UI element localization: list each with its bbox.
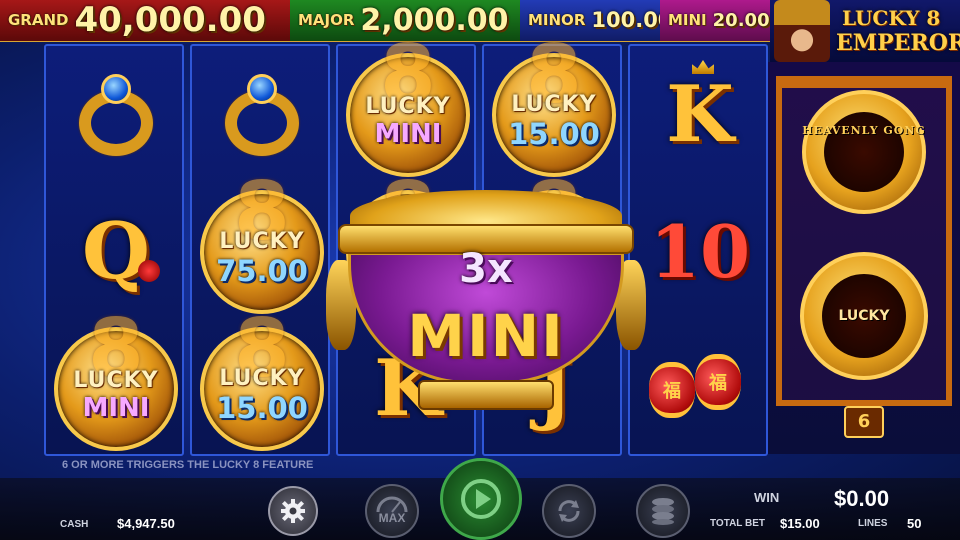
lines-label: LINES [858,518,888,529]
lucky-gong-icon: LUCKY [800,252,928,380]
rose-icon [138,260,160,282]
reel-symbol: K [630,46,770,183]
heavenly-gong-panel: HEAVENLY GONG LUCKY 6 [768,62,960,454]
lucky-8-coin-icon: 8 LUCKY 75.00 [200,171,324,314]
reel-symbol: 8 LUCKY 15.00 [192,308,332,457]
reel-symbol [46,46,186,183]
king-icon: K [666,68,734,160]
settings-button[interactable] [268,486,318,536]
gong-counter: 6 [844,406,884,438]
jackpot-major-label: MAJOR [298,11,355,29]
game-logo: LUCKY 8 EMPEROR [770,0,960,62]
reel-symbol: 8 LUCKY MINI [46,308,186,457]
jackpot-mini: MINI 20.00 [660,0,770,41]
logo-title: LUCKY 8 [842,6,941,30]
reel-symbol: Q [46,183,186,320]
reel-symbol: 10 [630,183,770,320]
lucky-8-coin-icon: 8 LUCKY 15.00 [200,308,324,451]
bowl-base [418,380,554,410]
ten-icon: 10 [649,208,751,294]
coin-prize-value: 15.00 [216,391,308,425]
win-label: WIN [754,490,780,505]
jackpot-grand: GRAND 40,000.00 [0,0,290,41]
reel-symbol: 8 LUCKY 15.00 [484,34,624,183]
coin-prize-value: 15.00 [508,117,600,151]
gong-center: LUCKY [822,274,906,358]
cash-value: $4,947.50 [117,516,175,531]
emperor-portrait-icon [774,0,830,62]
queen-icon: Q [82,205,150,297]
reel-column: 8 LUCKY 75.00 8 LUCKY 15.00 [190,44,330,456]
lantern-icon: 福 [695,353,741,410]
total-bet-label: TOTAL BET [710,518,765,529]
reel-symbol: 8 LUCKY MINI [338,34,478,183]
total-bet-value: $15.00 [780,516,820,531]
bowl-multiplier: 3x [459,246,513,292]
reel-column: Q 8 LUCKY MINI [44,44,184,456]
gauge-icon [376,496,408,513]
lucky-8-coin-icon: 8 LUCKY 15.00 [492,34,616,177]
coin-lucky-text: LUCKY [219,229,305,254]
cash-label: CASH [60,519,89,530]
jackpot-mini-value: 20.00 [712,9,770,31]
coin-lucky-text: LUCKY [73,368,159,393]
max-bet-button[interactable]: MAX [365,484,419,538]
jackpot-grand-value: 40,000.00 [74,0,266,40]
coin-value-button[interactable] [636,484,690,538]
ring-icon [71,70,161,160]
jackpot-minor-label: MINOR [528,11,586,29]
gear-icon [281,499,305,523]
coin-prize-label: MINI [374,119,442,149]
gold-bowl-overlay: 3x MINI [326,190,646,420]
reel-symbol: 福福 [630,320,770,457]
bowl-prize-label: MINI [407,302,565,370]
gong-icon [802,90,926,214]
logo-subtitle: EMPEROR [836,30,960,56]
reel-column: K 10 福福 [628,44,768,456]
jackpot-mini-label: MINI [668,11,707,29]
gong-title: HEAVENLY GONG [802,124,926,137]
lanterns-icon: 福福 [645,344,755,434]
lucky-8-coin-icon: 8 LUCKY MINI [54,308,178,451]
lucky-8-coin-icon: 8 LUCKY MINI [346,34,470,177]
reel-symbol: 8 LUCKY 75.00 [192,171,332,320]
spin-icon [461,479,501,519]
crown-icon [692,60,714,74]
spin-button[interactable] [440,458,522,540]
reel-symbol [192,46,332,183]
coin-prize-label: MINI [82,393,150,423]
coin-prize-value: 75.00 [216,254,308,288]
coin-lucky-text: LUCKY [511,92,597,117]
gong-lucky-label: LUCKY [838,308,890,324]
autoplay-icon [558,500,580,522]
win-value: $0.00 [834,486,890,511]
ring-icon [217,70,307,160]
coin-lucky-text: LUCKY [365,94,451,119]
coin-lucky-text: LUCKY [219,366,305,391]
jackpot-grand-label: GRAND [8,11,69,29]
feature-info-text: 6 OR MORE TRIGGERS THE LUCKY 8 FEATURE [62,459,314,471]
lantern-icon: 福 [649,361,695,418]
game-screen: GRAND 40,000.00 MAJOR 2,000.00 MINOR 100… [0,0,960,540]
autoplay-button[interactable] [542,484,596,538]
lines-value: 50 [907,516,922,531]
coin-stack-icon [652,498,674,525]
